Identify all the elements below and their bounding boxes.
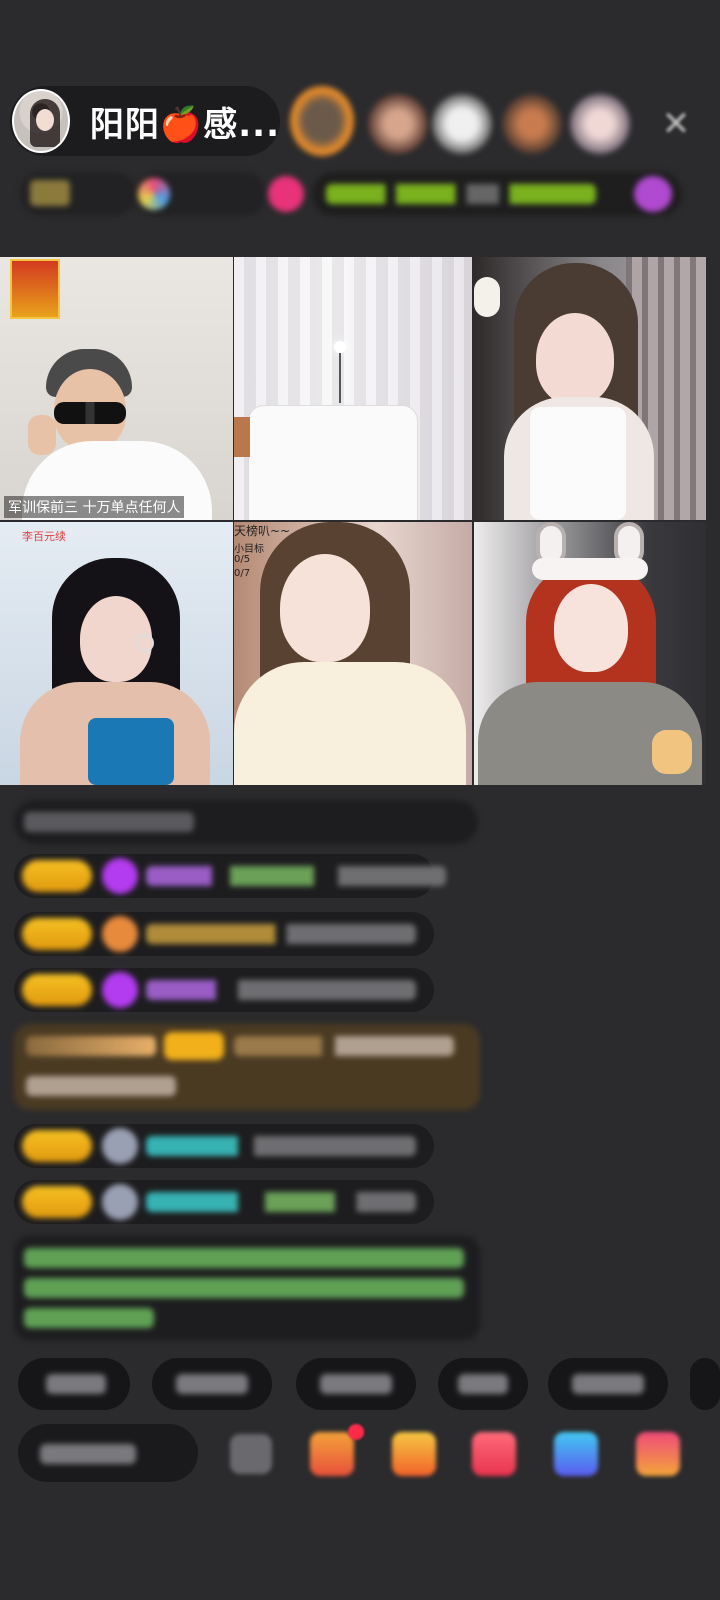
video-cell-4-caption: 李百元续 — [22, 530, 66, 543]
heat-icon — [138, 178, 170, 210]
video-cell-5-goal-progress-1: 0/5 — [234, 554, 251, 565]
chat-system-notice — [14, 800, 478, 844]
video-cell-5[interactable]: 天榜叭~~ 小目标 0/5 0/7 — [234, 522, 472, 785]
video-cell-5-goal: 小目标 — [234, 544, 264, 555]
viewer-avatar-2[interactable] — [368, 94, 428, 154]
blue-top — [88, 718, 174, 785]
heart-badge-icon — [102, 916, 138, 952]
multi-guest-video-grid: 军训保前三 十万单点任何人 李百元续 天榜叭~~ 小目标 0/5 0/7 — [0, 257, 706, 785]
cat-sticker — [652, 730, 692, 774]
more-icon[interactable] — [636, 1432, 680, 1476]
host-avatar[interactable] — [12, 89, 70, 153]
video-cell-3[interactable] — [474, 257, 706, 520]
chat-highlight-message[interactable] — [14, 1024, 480, 1110]
game-icon[interactable] — [392, 1432, 436, 1476]
viewer-avatar-1[interactable] — [290, 86, 354, 156]
video-cell-1[interactable]: 军训保前三 十万单点任何人 — [0, 257, 233, 520]
video-cell-4[interactable]: 李百元续 — [0, 522, 233, 785]
lamp — [334, 341, 346, 353]
notification-dot — [348, 1424, 364, 1440]
video-cell-2[interactable] — [234, 257, 472, 520]
quick-chip-6[interactable] — [690, 1358, 720, 1410]
host-info-pill[interactable]: 阳阳🍎感... — [10, 86, 280, 156]
host-name: 阳阳🍎感... — [89, 104, 280, 145]
chat-announcement — [14, 1236, 480, 1340]
chat-message-1[interactable] — [14, 854, 446, 898]
level-badge — [22, 1130, 92, 1162]
video-cell-5-caption: 天榜叭~~ — [234, 524, 291, 538]
diamond-icon — [102, 858, 138, 894]
quick-chip-4[interactable] — [438, 1358, 528, 1410]
rank-icon — [30, 180, 70, 206]
quick-chip-3[interactable] — [296, 1358, 416, 1410]
empty-chair — [248, 405, 418, 520]
quick-chip-1[interactable] — [18, 1358, 130, 1410]
quick-chip-5[interactable] — [548, 1358, 668, 1410]
viewer-avatar-5[interactable] — [570, 94, 630, 154]
activity-icon[interactable] — [472, 1432, 516, 1476]
video-cell-6[interactable] — [474, 522, 706, 785]
viewer-avatar-4[interactable] — [502, 94, 562, 154]
avatar-frame-icon — [10, 259, 60, 319]
chat-message-4[interactable] — [14, 1124, 434, 1168]
task-banner-text — [326, 184, 596, 204]
level-badge — [22, 974, 92, 1006]
chat-message-2[interactable] — [14, 912, 434, 956]
level-badge — [22, 918, 92, 950]
diamond-icon — [102, 972, 138, 1008]
chat-message-5[interactable] — [14, 1180, 434, 1224]
user-avatar[interactable] — [102, 1184, 138, 1220]
video-cell-5-goal-progress-2: 0/7 — [234, 568, 251, 579]
video-cell-1-caption: 军训保前三 十万单点任何人 — [4, 496, 185, 518]
level-badge — [22, 1186, 92, 1218]
quick-chip-2[interactable] — [152, 1358, 272, 1410]
pink-heart-icon[interactable] — [268, 176, 304, 212]
purple-gift-icon[interactable] — [634, 176, 672, 212]
viewer-avatar-3[interactable] — [432, 94, 492, 154]
sunglasses — [54, 402, 126, 424]
emoji-icon[interactable] — [230, 1434, 272, 1474]
close-icon[interactable]: ✕ — [656, 104, 696, 144]
chat-input-pill[interactable] — [18, 1424, 198, 1482]
share-icon[interactable] — [554, 1432, 598, 1476]
level-badge — [22, 860, 92, 892]
gift-box-icon[interactable] — [310, 1432, 354, 1476]
lamp — [474, 277, 500, 317]
chat-message-3[interactable] — [14, 968, 434, 1012]
user-avatar[interactable] — [102, 1128, 138, 1164]
